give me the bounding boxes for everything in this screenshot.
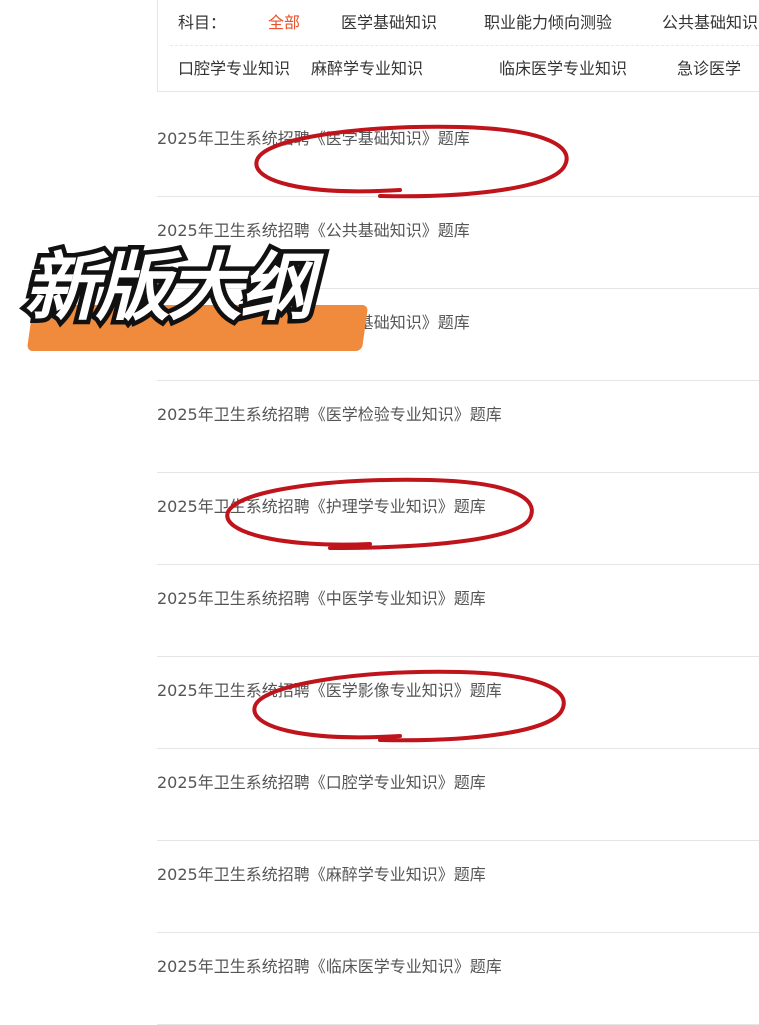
list-item[interactable]: 2025年卫生系统招聘《临床医学专业知识》题库 <box>157 933 759 1025</box>
item-title[interactable]: 2025年卫生系统招聘《临床医学专业知识》题库 <box>157 957 502 977</box>
item-title[interactable]: 2025年卫生系统招聘《医学影像专业知识》题库 <box>157 681 502 701</box>
banner-title: 新版大纲 <box>20 241 319 336</box>
subject-filter: 科目： 全部 医学基础知识 职业能力倾向测验 公共基础知识 口腔学专业知识 麻醉… <box>157 0 759 92</box>
item-title[interactable]: 2025年卫生系统招聘《公共基础知识》题库 <box>157 221 470 241</box>
item-title[interactable]: 2025年卫生系统招聘《医学检验专业知识》题库 <box>157 405 502 425</box>
filter-option-all[interactable]: 全部 <box>268 13 300 33</box>
filter-option-aptitude[interactable]: 职业能力倾向测验 <box>484 13 612 33</box>
item-title[interactable]: 2025年卫生系统招聘《中医学专业知识》题库 <box>157 589 486 609</box>
filter-option-public-basics[interactable]: 公共基础知识 <box>662 13 758 33</box>
filter-label: 科目： <box>178 13 227 32</box>
list-item[interactable]: 2025年卫生系统招聘《医学基础知识》题库 <box>157 105 759 197</box>
list-item[interactable]: 2025年卫生系统招聘《中医学专业知识》题库 <box>157 565 759 657</box>
list-item[interactable]: 2025年卫生系统招聘《医学影像专业知识》题库 <box>157 657 759 749</box>
filter-row-2: 口腔学专业知识 麻醉学专业知识 临床医学专业知识 急诊医学 <box>158 46 759 92</box>
item-title[interactable]: 2025年卫生系统招聘《护理学专业知识》题库 <box>157 497 486 517</box>
list-item[interactable]: 2025年卫生系统招聘《麻醉学专业知识》题库 <box>157 841 759 933</box>
item-title[interactable]: 2025年卫生系统招聘《麻醉学专业知识》题库 <box>157 865 486 885</box>
list-item[interactable]: 2025年卫生系统招聘《医学检验专业知识》题库 <box>157 381 759 473</box>
filter-option-anesthesia[interactable]: 麻醉学专业知识 <box>311 59 423 79</box>
list-item[interactable]: 2025年卫生系统招聘《护理学专业知识》题库 <box>157 473 759 565</box>
filter-option-clinical[interactable]: 临床医学专业知识 <box>499 59 627 79</box>
filter-option-medical-basics[interactable]: 医学基础知识 <box>341 13 437 33</box>
filter-option-dental[interactable]: 口腔学专业知识 <box>178 59 290 79</box>
list-item[interactable]: 2025年卫生系统招聘《口腔学专业知识》题库 <box>157 749 759 841</box>
filter-option-emergency[interactable]: 急诊医学 <box>677 59 741 79</box>
item-title[interactable]: 2025年卫生系统招聘《口腔学专业知识》题库 <box>157 773 486 793</box>
filter-row-1: 科目： 全部 医学基础知识 职业能力倾向测验 公共基础知识 <box>158 0 759 46</box>
item-title[interactable]: 2025年卫生系统招聘《医学基础知识》题库 <box>157 129 470 149</box>
